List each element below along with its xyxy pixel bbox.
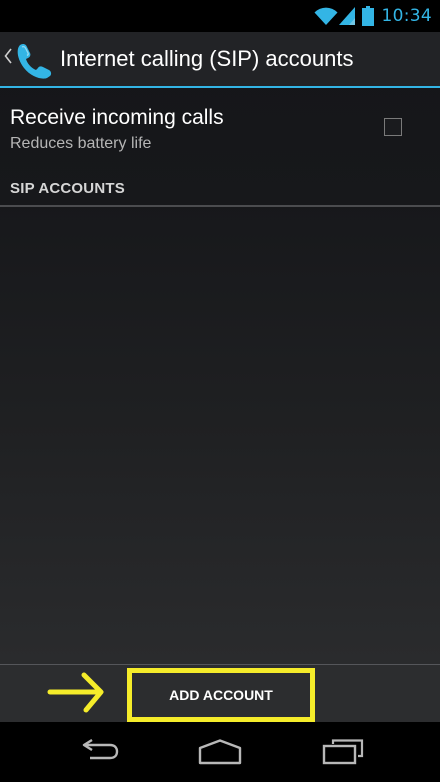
wifi-icon: [314, 6, 338, 26]
preference-title: Receive incoming calls: [10, 106, 224, 129]
recents-icon: [321, 738, 365, 770]
receive-calls-checkbox[interactable]: [384, 118, 402, 136]
button-bar: ADD ACCOUNT: [0, 664, 440, 722]
status-bar: 10:34: [0, 0, 440, 32]
preference-summary: Reduces battery life: [10, 135, 152, 152]
back-button[interactable]: [58, 734, 138, 774]
battery-icon: [361, 6, 374, 26]
navigation-bar: [0, 722, 440, 782]
page-title: Internet calling (SIP) accounts: [60, 46, 354, 71]
phone-handset-icon[interactable]: [14, 41, 54, 84]
action-bar: Internet calling (SIP) accounts: [0, 32, 440, 88]
sip-account-list: [0, 207, 440, 663]
home-icon: [197, 738, 243, 770]
signal-icon: [338, 6, 356, 26]
status-time: 10:34: [381, 6, 432, 26]
screen: 10:34 Internet calling (SIP) accounts Re…: [0, 0, 440, 782]
back-icon: [76, 738, 120, 770]
recents-button[interactable]: [303, 734, 383, 774]
receive-incoming-calls-preference[interactable]: Receive incoming calls Reduces battery l…: [0, 90, 440, 166]
status-icons: 10:34: [314, 4, 433, 28]
add-account-button[interactable]: ADD ACCOUNT: [131, 673, 311, 717]
category-header: SIP ACCOUNTS: [10, 180, 125, 197]
home-button[interactable]: [180, 734, 260, 774]
chevron-left-icon[interactable]: [4, 48, 12, 69]
